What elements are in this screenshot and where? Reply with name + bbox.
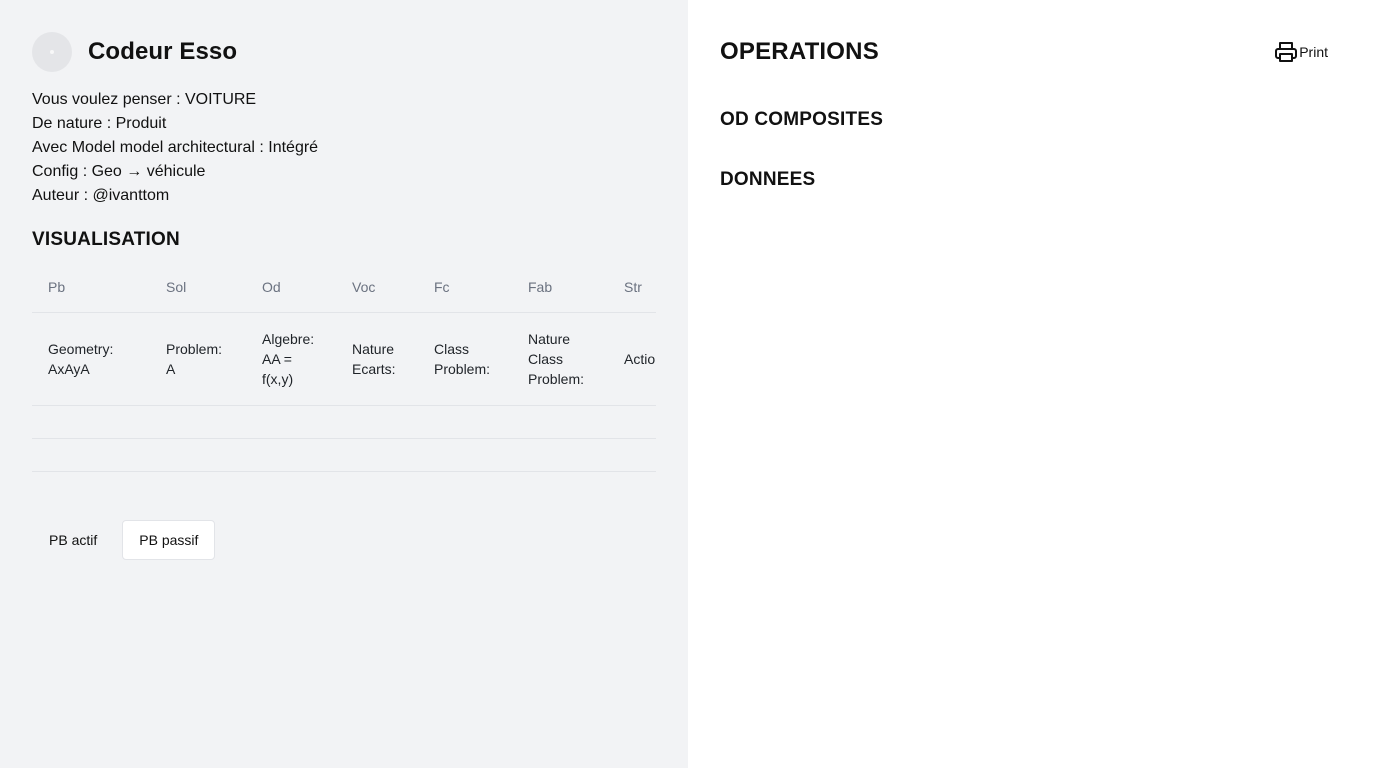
- avatar-dot: [50, 50, 54, 54]
- table-cell-pb: Geometry: AxAyA: [32, 312, 150, 406]
- brand-name: Codeur Esso: [88, 38, 238, 65]
- meta-subject: Vous voulez penser : VOITURE: [32, 91, 257, 108]
- empty-cell: [32, 438, 656, 472]
- column-header-voc: Voc: [336, 262, 418, 313]
- donnees-title: DONNEES: [720, 169, 816, 190]
- visualisation-table-container[interactable]: Pb Sol Od Voc Fc Fab Str Mc Geometry: Ax…: [32, 262, 656, 472]
- avatar: [32, 32, 72, 72]
- meta-author: Auteur : @ivanttom: [32, 187, 170, 204]
- table-cell-str: Action mat: [608, 312, 656, 406]
- column-header-sol: Sol: [150, 262, 246, 313]
- print-button[interactable]: Print: [1274, 40, 1328, 64]
- column-header-fc: Fc: [418, 262, 512, 313]
- table-header-row: Pb Sol Od Voc Fc Fab Str Mc: [32, 262, 656, 313]
- table-cell-od: Algebre: AA = f(x,y): [246, 312, 336, 406]
- tab-pb-actif[interactable]: PB actif: [32, 520, 114, 560]
- left-panel: Codeur Esso Vous voulez penser : VOITURE…: [0, 0, 688, 768]
- cell-text: Algebre: AA = f(x,y): [262, 330, 315, 387]
- column-header-od: Od: [246, 262, 336, 313]
- table-cell-fc: Class Problem:: [418, 312, 512, 406]
- table-cell-voc: Nature Ecarts:: [336, 312, 418, 406]
- right-panel: OPERATIONS Print OD COMPOSITES DONNEES: [688, 0, 1376, 768]
- table-cell-sol: Problem: A: [150, 312, 246, 406]
- operations-title: OPERATIONS: [720, 38, 879, 65]
- visualisation-title: VISUALISATION: [32, 229, 180, 250]
- empty-cell: [32, 405, 656, 439]
- column-header-pb: Pb: [32, 262, 150, 313]
- table-row: Geometry: AxAyA Problem: A Algebre: AA =…: [32, 312, 656, 406]
- od-composites-title: OD COMPOSITES: [720, 109, 884, 130]
- meta-info: Vous voulez penser : VOITURE De nature :…: [32, 88, 656, 208]
- column-header-str: Str: [608, 262, 656, 313]
- meta-model: Avec Model model architectural : Intégré: [32, 139, 319, 156]
- printer-icon: [1275, 42, 1298, 62]
- cell-text: Action mat: [624, 350, 656, 367]
- brand-header: Codeur Esso: [32, 32, 656, 72]
- visualisation-table: Pb Sol Od Voc Fc Fab Str Mc Geometry: Ax…: [32, 262, 656, 472]
- print-label: Print: [1299, 44, 1328, 60]
- column-header-fab: Fab: [512, 262, 608, 313]
- cell-text: Problem: A: [166, 340, 223, 377]
- operations-header: OPERATIONS Print: [720, 32, 1344, 72]
- cell-text: Class Problem:: [434, 340, 491, 377]
- pb-tabs: PB actif PB passif: [32, 519, 656, 560]
- cell-text: Nature Class Problem:: [528, 330, 585, 387]
- meta-nature: De nature : Produit: [32, 115, 167, 132]
- cell-text: Nature Ecarts:: [352, 340, 396, 377]
- meta-config: Config : Geo → véhicule: [32, 163, 206, 180]
- table-cell-fab: Nature Class Problem:: [512, 312, 608, 406]
- tab-pb-passif[interactable]: PB passif: [122, 519, 216, 560]
- table-row-empty: [32, 438, 656, 472]
- cell-text: Geometry: AxAyA: [48, 340, 114, 377]
- table-row-empty: [32, 405, 656, 439]
